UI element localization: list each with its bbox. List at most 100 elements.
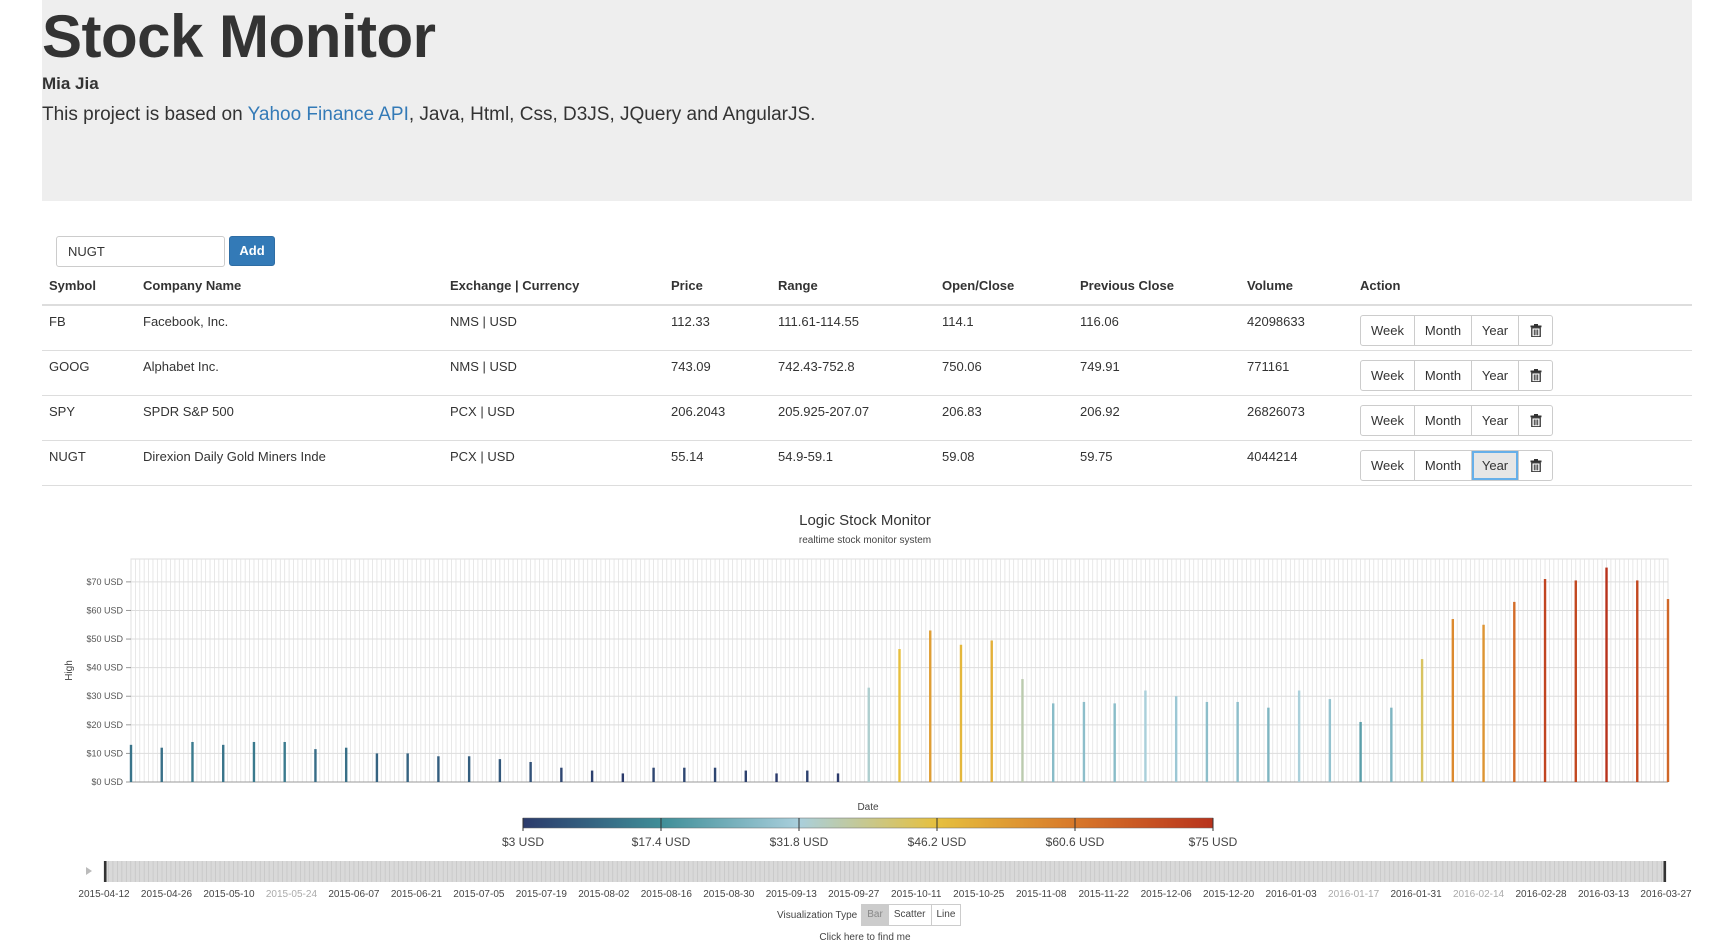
bar — [1082, 701, 1086, 782]
y-tick-label: $0 USD — [91, 777, 123, 787]
bar — [1113, 703, 1116, 782]
x-tick-label: 2015-08-16 — [641, 889, 693, 900]
bar — [590, 770, 594, 782]
y-axis-label: High — [64, 660, 75, 681]
x-axis-label: Date — [857, 802, 879, 813]
bar — [252, 741, 256, 782]
bar — [1236, 701, 1239, 782]
x-tick-label: 2015-06-21 — [391, 889, 443, 900]
bar — [222, 744, 225, 782]
bar — [1574, 580, 1577, 782]
x-tick-label: 2015-05-24 — [266, 889, 318, 900]
bar — [1605, 567, 1608, 782]
x-tick-label: 2015-12-20 — [1203, 889, 1255, 900]
x-tick-label: 2015-04-26 — [141, 889, 193, 900]
bar — [1174, 696, 1178, 782]
bar — [498, 759, 502, 782]
bar — [1205, 701, 1209, 782]
x-tick-label: 2015-10-25 — [953, 889, 1005, 900]
x-tick-label: 2015-08-30 — [703, 889, 755, 900]
x-tick-label: 2015-09-13 — [766, 889, 818, 900]
bar — [406, 753, 409, 782]
color-legend-label: $3 USD — [502, 835, 544, 849]
bar — [683, 767, 686, 782]
stock-chart: $0 USD $10 USD $20 USD $30 USD $40 USD $50 US… — [64, 558, 1692, 900]
x-tick-label: 2015-12-06 — [1141, 889, 1193, 900]
color-legend-label: $31.8 USD — [770, 835, 829, 849]
bar — [191, 741, 194, 782]
visualization-type-label: Visualization Type — [777, 909, 858, 921]
bar — [1482, 624, 1485, 782]
bar — [160, 747, 163, 782]
x-tick-label: 2015-08-02 — [578, 889, 630, 900]
brush-handle-right — [1663, 861, 1666, 882]
x-tick-label: 2016-01-03 — [1266, 889, 1318, 900]
x-tick-label: 2015-07-05 — [453, 889, 505, 900]
bar — [344, 747, 348, 782]
bar — [1451, 619, 1455, 782]
y-tick-label: $50 USD — [86, 634, 123, 644]
x-tick-label: 2015-07-19 — [516, 889, 568, 900]
bar — [806, 770, 809, 782]
x-tick-label: 2015-05-10 — [203, 889, 255, 900]
bar — [314, 749, 317, 782]
bar — [652, 767, 655, 782]
bar — [621, 773, 625, 782]
play-icon — [86, 867, 92, 875]
x-tick-label: 2016-02-14 — [1453, 889, 1505, 900]
y-tick-label: $60 USD — [86, 605, 123, 615]
bar — [1420, 659, 1424, 782]
find-me-link[interactable]: Click here to find me — [0, 932, 1730, 943]
x-tick-label: 2016-03-27 — [1640, 889, 1692, 900]
y-tick-label: $20 USD — [86, 720, 123, 730]
color-legend-label: $46.2 USD — [908, 835, 967, 849]
x-tick-label: 2015-11-22 — [1078, 889, 1129, 900]
bar — [1021, 679, 1024, 782]
visualization-type-group: Visualization Type Bar Scatter Line — [777, 904, 962, 926]
x-tick-label: 2016-02-28 — [1515, 889, 1567, 900]
color-legend-label: $75 USD — [1189, 835, 1238, 849]
bar — [867, 687, 870, 782]
y-tick-label: $40 USD — [86, 663, 123, 673]
bar — [375, 753, 379, 782]
bar — [959, 644, 963, 782]
bar — [1052, 703, 1055, 782]
x-tick-label: 2015-11-08 — [1016, 889, 1067, 900]
bar — [898, 649, 901, 782]
bar — [929, 630, 932, 782]
bar — [775, 773, 778, 782]
viz-bar-button[interactable]: Bar — [861, 904, 889, 926]
bar — [283, 741, 286, 782]
brush-handle-left — [104, 861, 107, 882]
bar — [1636, 580, 1639, 782]
viz-scatter-button[interactable]: Scatter — [887, 904, 932, 926]
bar — [129, 744, 133, 782]
bar — [1513, 601, 1516, 782]
x-tick-label: 2016-01-31 — [1391, 889, 1443, 900]
x-tick-label: 2016-01-17 — [1328, 889, 1380, 900]
x-tick-label: 2015-04-12 — [78, 889, 130, 900]
bar — [1390, 707, 1393, 782]
viz-line-button[interactable]: Line — [930, 904, 962, 926]
bar — [467, 756, 471, 782]
x-tick-label: 2015-09-27 — [828, 889, 880, 900]
bar — [1543, 579, 1547, 782]
bar — [560, 767, 563, 782]
y-tick-label: $30 USD — [86, 691, 123, 701]
bar — [437, 756, 440, 782]
bar — [529, 761, 532, 782]
x-tick-label: 2015-06-07 — [328, 889, 380, 900]
color-legend-label: $17.4 USD — [632, 835, 691, 849]
y-tick-label: $10 USD — [86, 748, 123, 758]
color-legend-bar — [522, 817, 1214, 829]
bar — [1328, 699, 1332, 782]
bar — [990, 640, 993, 782]
bar — [1359, 721, 1362, 782]
x-tick-label: 2016-03-13 — [1578, 889, 1630, 900]
bar — [744, 770, 747, 782]
y-tick-label: $70 USD — [86, 577, 123, 587]
bar — [713, 767, 717, 782]
bar — [836, 773, 840, 782]
bar — [1666, 599, 1670, 782]
bar — [1144, 690, 1147, 782]
